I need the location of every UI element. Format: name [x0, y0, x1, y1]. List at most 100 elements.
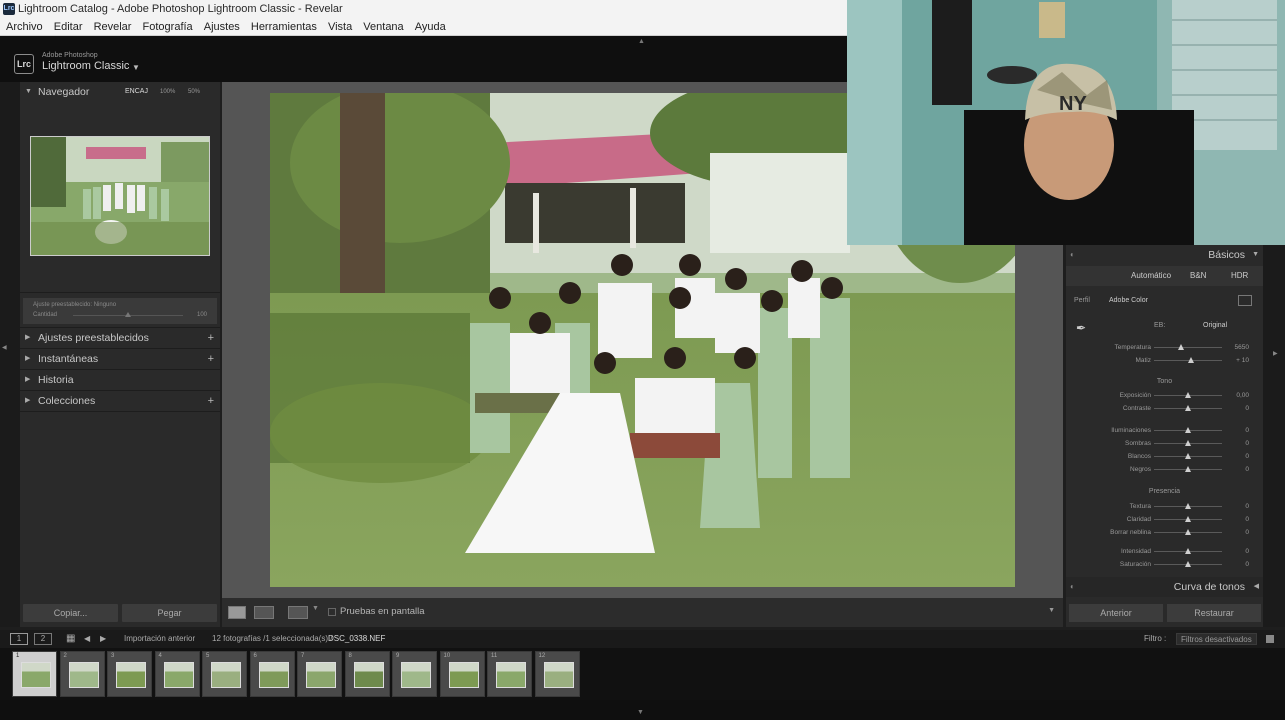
- filmstrip-thumbnail[interactable]: 8: [344, 651, 390, 697]
- panel-toggle-icon[interactable]: ◐: [1070, 245, 1075, 265]
- menu-vista[interactable]: Vista: [328, 21, 352, 33]
- menu-editar[interactable]: Editar: [54, 21, 83, 33]
- before-after-icon[interactable]: [254, 606, 274, 619]
- navigator-preview[interactable]: [30, 136, 210, 256]
- filter-lock-icon[interactable]: [1266, 635, 1274, 643]
- before-after-split-icon[interactable]: [288, 606, 308, 619]
- slider-value[interactable]: 0: [1219, 402, 1249, 415]
- snapshots-section[interactable]: ▶ Instantáneas +: [20, 349, 220, 369]
- menu-archivo[interactable]: Archivo: [6, 21, 43, 33]
- slider-thumb[interactable]: [1185, 548, 1191, 554]
- slider-textura[interactable]: Textura 0: [1066, 500, 1263, 513]
- secondary-window-button[interactable]: 2: [34, 633, 52, 645]
- forward-arrow-icon[interactable]: ▶: [100, 630, 106, 648]
- filmstrip-thumbnail[interactable]: 3: [107, 651, 152, 697]
- slider-thumb[interactable]: [1185, 466, 1191, 472]
- add-preset-icon[interactable]: +: [208, 328, 214, 348]
- toolbar-options-caret-icon[interactable]: ▼: [1048, 607, 1055, 614]
- slider-thumb[interactable]: [1185, 427, 1191, 433]
- filmstrip-thumbnail[interactable]: 10: [439, 651, 485, 697]
- slider-sombras[interactable]: Sombras 0: [1066, 437, 1263, 450]
- reset-button[interactable]: Restaurar: [1167, 604, 1261, 622]
- filmstrip-thumbnail[interactable]: 12: [534, 651, 580, 697]
- menu-revelar[interactable]: Revelar: [94, 21, 132, 33]
- slider-thumb[interactable]: [1185, 503, 1191, 509]
- slider-thumb[interactable]: [1185, 453, 1191, 459]
- hdr-button[interactable]: HDR: [1231, 271, 1248, 280]
- loupe-view-icon[interactable]: [228, 606, 246, 619]
- slider-negros[interactable]: Negros 0: [1066, 463, 1263, 476]
- filmstrip-thumbnail[interactable]: 11: [487, 651, 532, 697]
- slider-value[interactable]: 0: [1219, 500, 1249, 513]
- add-collection-icon[interactable]: +: [208, 391, 214, 411]
- slider-claridad[interactable]: Claridad 0: [1066, 513, 1263, 526]
- slider-value[interactable]: 5650: [1219, 341, 1249, 354]
- slider-matiz[interactable]: Matiz + 10: [1066, 354, 1263, 367]
- grid-view-icon[interactable]: ▦: [66, 630, 75, 648]
- menu-herramientas[interactable]: Herramientas: [251, 21, 317, 33]
- slider-blancos[interactable]: Blancos 0: [1066, 450, 1263, 463]
- auto-button[interactable]: Automático: [1131, 271, 1171, 280]
- slider-value[interactable]: 0,00: [1219, 389, 1249, 402]
- zoom-50[interactable]: 50%: [188, 82, 200, 102]
- slider-track[interactable]: [1154, 347, 1222, 348]
- brand-caret-icon[interactable]: ▼: [132, 63, 140, 72]
- paste-button[interactable]: Pegar: [122, 604, 217, 622]
- zoom-fit[interactable]: ENCAJ: [125, 82, 148, 102]
- slider-thumb[interactable]: [1185, 405, 1191, 411]
- slider-value[interactable]: 0: [1219, 558, 1249, 571]
- add-snapshot-icon[interactable]: +: [208, 349, 214, 369]
- profile-browser-grid-icon[interactable]: [1238, 295, 1252, 306]
- collapse-top-arrow-icon[interactable]: ▲: [638, 38, 645, 45]
- slider-contraste[interactable]: Contraste 0: [1066, 402, 1263, 415]
- collections-section[interactable]: ▶ Colecciones +: [20, 391, 220, 411]
- slider-value[interactable]: 0: [1219, 437, 1249, 450]
- slider-thumb[interactable]: [1185, 561, 1191, 567]
- history-section[interactable]: ▶ Historia: [20, 370, 220, 390]
- slider-value[interactable]: 0: [1219, 526, 1249, 539]
- menu-ventana[interactable]: Ventana: [363, 21, 403, 33]
- presets-section[interactable]: ▶ Ajustes preestablecidos +: [20, 328, 220, 348]
- slider-value[interactable]: 0: [1219, 424, 1249, 437]
- panel-toggle-icon[interactable]: ◐: [1070, 577, 1075, 597]
- slider-saturacion[interactable]: Saturación 0: [1066, 558, 1263, 571]
- slider-thumb[interactable]: [1185, 529, 1191, 535]
- menu-fotografia[interactable]: Fotografía: [143, 21, 193, 33]
- right-collapse-arrow-icon[interactable]: ▶: [1273, 350, 1278, 357]
- previous-button[interactable]: Anterior: [1069, 604, 1163, 622]
- menu-ayuda[interactable]: Ayuda: [415, 21, 446, 33]
- filter-dropdown[interactable]: Filtros desactivados: [1176, 633, 1257, 645]
- filmstrip-thumbnail[interactable]: 6: [249, 651, 295, 697]
- bw-button[interactable]: B&N: [1190, 271, 1206, 280]
- filmstrip-thumbnail[interactable]: 2: [59, 651, 105, 697]
- back-arrow-icon[interactable]: ◀: [84, 630, 90, 648]
- slider-value[interactable]: 0: [1219, 513, 1249, 526]
- slider-value[interactable]: + 10: [1219, 354, 1249, 367]
- source-label[interactable]: Importación anterior: [124, 630, 195, 648]
- copy-button[interactable]: Copiar...: [23, 604, 118, 622]
- filmstrip-thumbnail[interactable]: 7: [297, 651, 342, 697]
- filmstrip-thumbnail[interactable]: 1: [12, 651, 57, 697]
- left-collapse-arrow-icon[interactable]: ◀: [2, 344, 7, 351]
- filename-dropdown[interactable]: DSC_0338.NEF: [328, 630, 385, 648]
- slider-thumb[interactable]: [1185, 392, 1191, 398]
- profile-dropdown[interactable]: Adobe Color: [1109, 297, 1148, 304]
- slider-value[interactable]: 0: [1219, 463, 1249, 476]
- slider-exposicion[interactable]: Exposición 0,00: [1066, 389, 1263, 402]
- menu-ajustes[interactable]: Ajustes: [204, 21, 240, 33]
- view-options-caret-icon[interactable]: ▼: [312, 605, 319, 612]
- filmstrip-thumbnail[interactable]: 9: [392, 651, 437, 697]
- slider-borrar-neblina[interactable]: Borrar neblina 0: [1066, 526, 1263, 539]
- slider-thumb[interactable]: [1185, 440, 1191, 446]
- zoom-100[interactable]: 100%: [160, 82, 175, 102]
- slider-thumb[interactable]: [1187, 357, 1194, 363]
- slider-value[interactable]: 0: [1219, 450, 1249, 463]
- slider-intensidad[interactable]: Intensidad 0: [1066, 545, 1263, 558]
- amount-slider-thumb[interactable]: [125, 312, 131, 317]
- basics-header[interactable]: ◐ Básicos ▼: [1066, 245, 1263, 265]
- slider-temperatura[interactable]: Temperatura 5650: [1066, 341, 1263, 354]
- slider-thumb[interactable]: [1185, 516, 1191, 522]
- slider-iluminaciones[interactable]: Iluminaciones 0: [1066, 424, 1263, 437]
- main-window-button[interactable]: 1: [10, 633, 28, 645]
- collapse-bottom-arrow-icon[interactable]: ▼: [637, 709, 644, 716]
